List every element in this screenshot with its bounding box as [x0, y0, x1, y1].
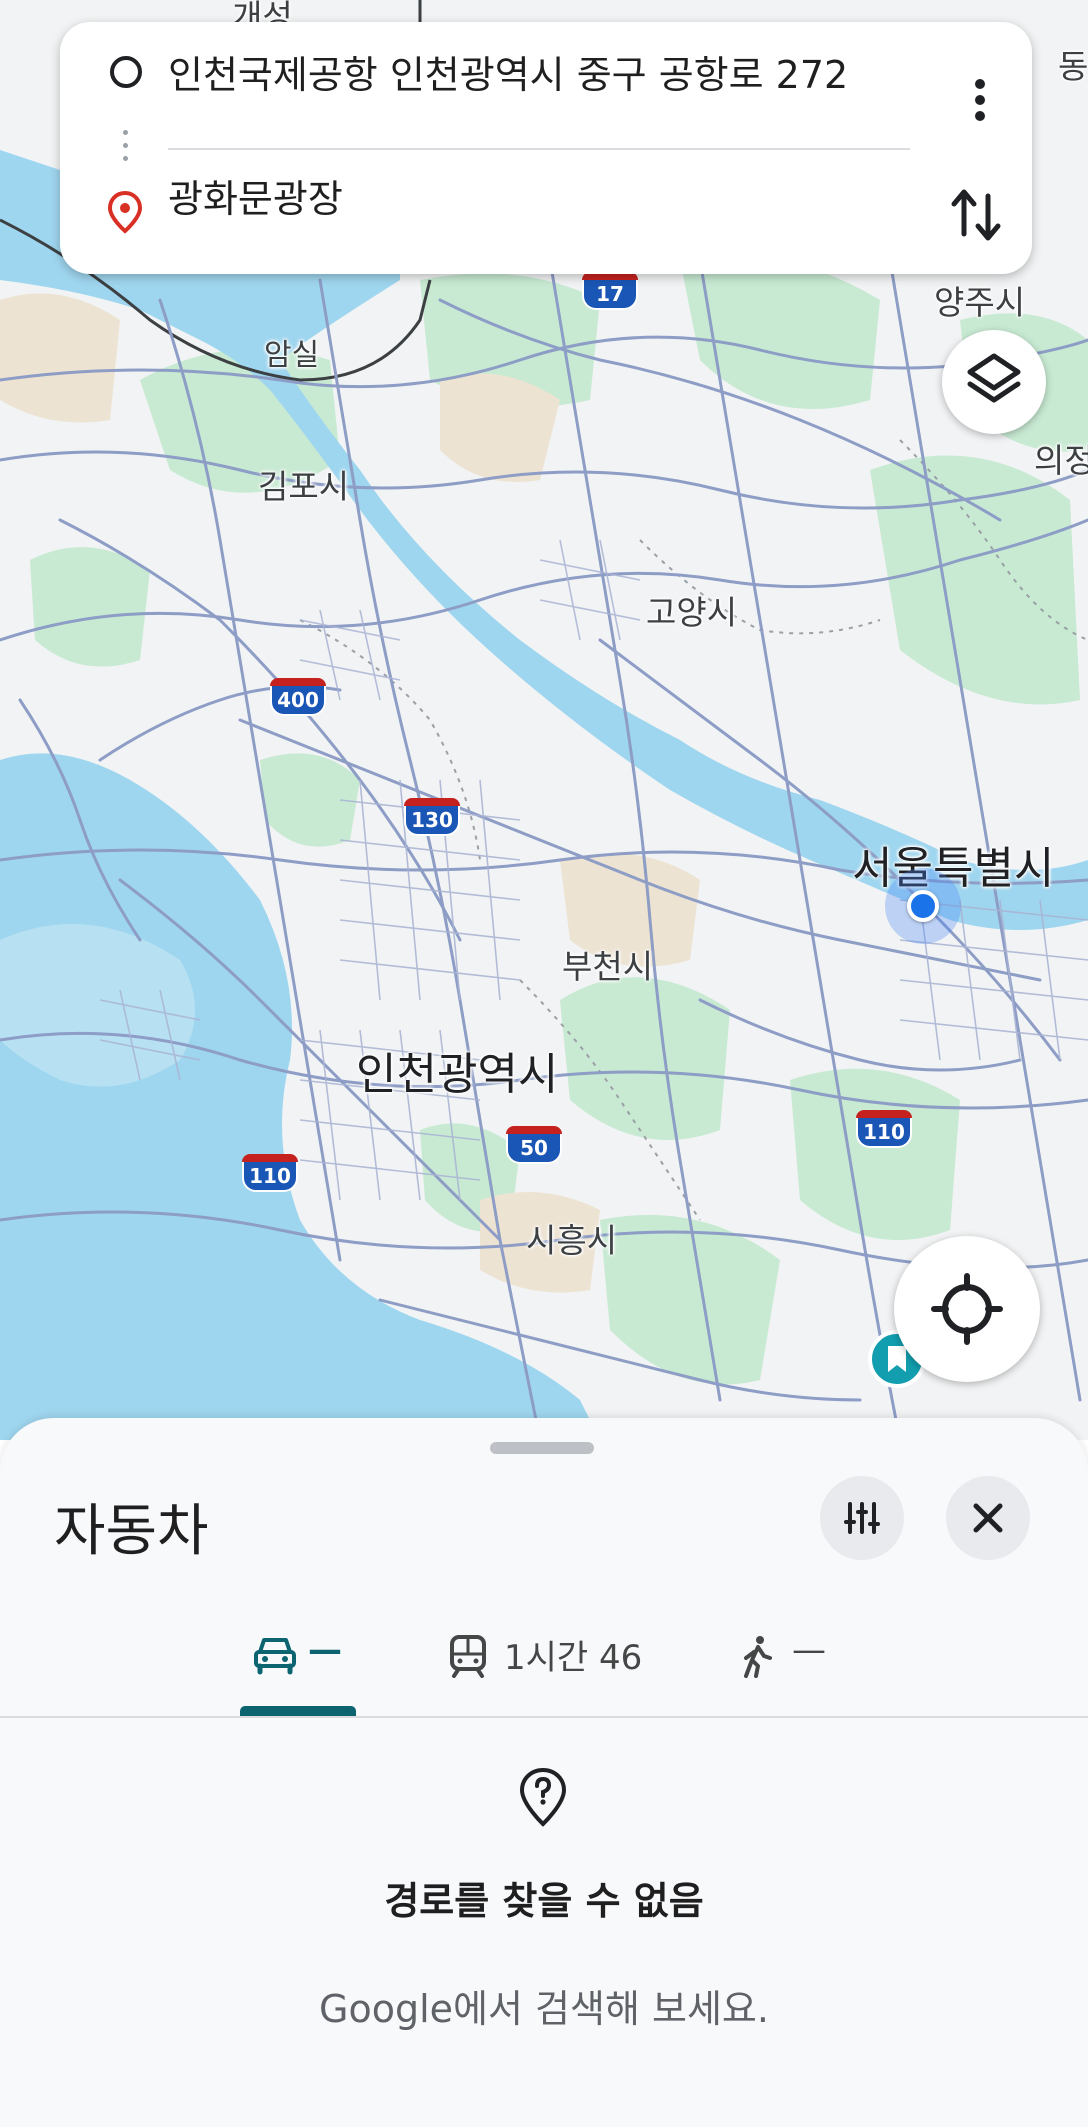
- tabs-divider: [0, 1716, 1088, 1718]
- map-label-bucheon: 부천시: [562, 947, 654, 986]
- walk-duration: —: [792, 1630, 826, 1670]
- highway-shield-50: 50: [506, 1126, 562, 1166]
- map-label-goyang: 고양시: [646, 593, 738, 632]
- tune-icon: [844, 1502, 880, 1534]
- highway-shield-130: 130: [404, 798, 460, 838]
- map-label-uijeongbu: 의정: [1034, 441, 1088, 480]
- walk-icon: [744, 1636, 772, 1678]
- car-icon: [254, 1638, 296, 1675]
- travel-mode-title: 자동차: [54, 1499, 209, 1564]
- map-label-amsil: 암실: [264, 338, 320, 373]
- highway-shield-400: 400: [270, 678, 326, 718]
- close-icon: [973, 1503, 1003, 1533]
- sheet-drag-handle[interactable]: [490, 1442, 594, 1454]
- tab-drive[interactable]: —: [240, 1586, 400, 1716]
- layers-icon: [967, 353, 1021, 403]
- origin-field[interactable]: 인천국제공항 인천광역시 중구 공항로 272: [168, 44, 848, 99]
- map-label-siheung: 시흥시: [526, 1221, 618, 1260]
- my-location-button[interactable]: [894, 1236, 1040, 1382]
- map-label-dongducheon: 동: [1058, 47, 1088, 86]
- tab-transit[interactable]: 1시간 46: [448, 1586, 708, 1716]
- current-location-dot: [907, 890, 939, 922]
- destination-pin-icon: [107, 190, 143, 234]
- highway-shield-110-west: 110: [242, 1154, 298, 1194]
- route-input-card: 인천국제공항 인천광역시 중구 공항로 272 광화문광장: [60, 22, 1032, 274]
- origin-row[interactable]: 인천국제공항 인천광역시 중구 공항로 272: [60, 22, 1032, 112]
- location-unknown-icon: [519, 1767, 567, 1827]
- directions-bottom-sheet: 자동차 — 1시간 46 — 경로를 찾을 수 없음 Google에서 검색해 …: [0, 1418, 1088, 2127]
- transit-duration: 1시간 46: [504, 1638, 643, 1678]
- highway-shield-110-east: 110: [856, 1110, 912, 1150]
- highway-shield-17: 17: [582, 272, 638, 312]
- swap-route-icon[interactable]: [946, 182, 1006, 248]
- route-options-button[interactable]: [820, 1476, 904, 1560]
- close-button[interactable]: [946, 1476, 1030, 1560]
- more-options-icon[interactable]: [960, 70, 1000, 130]
- no-route-message: 경로를 찾을 수 없음: [384, 1879, 704, 1923]
- travel-mode-tabs: — 1시간 46 —: [0, 1586, 1088, 1716]
- destination-field[interactable]: 광화문광장: [168, 168, 343, 223]
- origin-circle-icon: [110, 56, 142, 88]
- tab-walk[interactable]: —: [734, 1586, 874, 1716]
- destination-row[interactable]: 광화문광장: [60, 146, 1032, 236]
- layers-button[interactable]: [942, 330, 1046, 434]
- map-label-yangju: 양주시: [934, 283, 1026, 322]
- crosshair-icon: [931, 1273, 1003, 1345]
- map-view[interactable]: 개성 동 암실 양주시 의정 김포시 고양시 서울특별시 부천시 인천광역시 시…: [0, 0, 1088, 1440]
- active-tab-indicator: [240, 1706, 356, 1716]
- map-label-gimpo: 김포시: [258, 467, 350, 506]
- map-label-incheon: 인천광역시: [356, 1049, 559, 1100]
- search-google-hint[interactable]: Google에서 검색해 보세요.: [0, 1978, 1088, 2033]
- drive-duration: —: [308, 1630, 342, 1670]
- train-icon: [450, 1635, 486, 1678]
